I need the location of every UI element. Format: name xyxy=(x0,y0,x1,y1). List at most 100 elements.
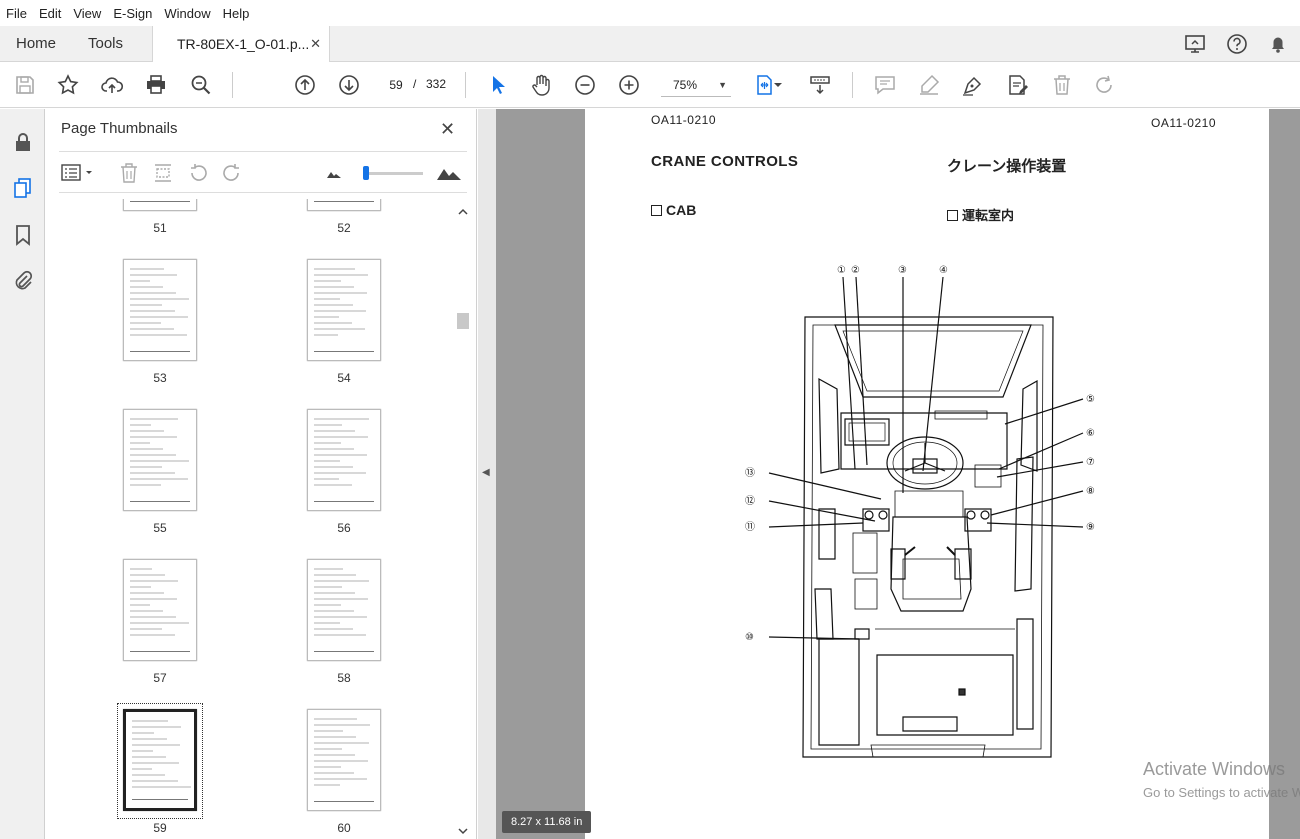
scroll-mode-icon[interactable] xyxy=(807,72,833,98)
callout-12: ⑫ xyxy=(745,495,755,507)
pdf-page: OA11-0210 OA11-0210 CRANE CONTROLS クレーン操… xyxy=(585,109,1269,839)
previous-page-icon[interactable] xyxy=(292,72,318,98)
thumbnail-toolbar xyxy=(59,151,467,193)
page-thumbnail[interactable] xyxy=(307,559,381,661)
page-thumbnail[interactable] xyxy=(123,409,197,511)
cloud-upload-icon[interactable] xyxy=(99,72,125,98)
thumbnail-page-number: 53 xyxy=(153,371,167,385)
menu-view[interactable]: View xyxy=(67,6,107,21)
callout-5: ⑤ xyxy=(1086,394,1095,405)
zoom-in-icon[interactable] xyxy=(616,72,642,98)
section-label-japanese: 運転室内 xyxy=(962,208,1015,223)
page-thumbnail[interactable] xyxy=(123,709,197,811)
document-view[interactable]: ◀ OA11-0210 OA11-0210 CRANE CONTROLS クレー… xyxy=(478,109,1300,839)
highlight-pen-icon[interactable] xyxy=(916,72,942,98)
menu-edit[interactable]: Edit xyxy=(33,6,67,21)
large-thumbnail-mountain-icon xyxy=(435,161,463,185)
section-heading-japanese: 運転室内 xyxy=(947,205,1014,224)
page-size-badge: 8.27 x 11.68 in xyxy=(502,811,592,833)
rotate-counterclockwise-icon[interactable] xyxy=(186,161,210,185)
cab-controls-diagram: ① ② ③ ④ ⑤ ⑥ ⑦ ⑧ ⑨ ⑩ ⑪ ⑫ ⑬ xyxy=(745,265,1095,758)
thumbnail-page-number: 56 xyxy=(337,521,351,535)
callout-9: ⑨ xyxy=(1086,522,1095,533)
page-code-right: OA11-0210 xyxy=(1151,116,1216,130)
menu-window[interactable]: Window xyxy=(158,6,216,21)
page-thumbnails-icon[interactable] xyxy=(10,175,36,201)
bookmark-star-icon[interactable] xyxy=(55,72,81,98)
next-page-icon[interactable] xyxy=(336,72,362,98)
callout-11: ⑪ xyxy=(745,521,755,533)
tab-tools[interactable]: Tools xyxy=(88,26,123,62)
notifications-bell-icon[interactable] xyxy=(1266,32,1290,56)
page-code-left: OA11-0210 xyxy=(651,113,716,127)
zoom-out-icon[interactable] xyxy=(572,72,598,98)
callout-7: ⑦ xyxy=(1086,457,1095,468)
thumbnail-list: 51 52 53 54 55 56 57 58 59 60 xyxy=(45,199,455,839)
section-label: CAB xyxy=(666,202,697,218)
menu-file[interactable]: File xyxy=(0,6,33,21)
fit-options-chevron-icon[interactable] xyxy=(772,72,784,98)
hand-tool-icon[interactable] xyxy=(528,72,554,98)
callout-4: ④ xyxy=(939,265,948,276)
callout-1: ① xyxy=(837,265,846,276)
page-thumbnail[interactable] xyxy=(307,709,381,811)
activate-windows-subtext: Go to Settings to activate Windows. xyxy=(1143,785,1300,800)
lock-icon[interactable] xyxy=(10,129,36,155)
collapse-arrow-icon: ◀ xyxy=(482,467,490,478)
document-tab-label: TR-80EX-1_O-01.p... xyxy=(177,36,310,52)
edit-document-icon[interactable] xyxy=(1004,72,1030,98)
zoom-level-dropdown[interactable]: 75% ▼ xyxy=(661,73,731,97)
tab-home[interactable]: Home xyxy=(16,26,56,62)
sign-pen-icon[interactable] xyxy=(960,72,986,98)
scroll-up-icon xyxy=(458,208,468,215)
help-icon[interactable] xyxy=(1225,32,1249,56)
panel-title: Page Thumbnails xyxy=(61,120,178,137)
delete-trash-icon[interactable] xyxy=(1049,72,1075,98)
thumbnail-page-number: 51 xyxy=(153,221,167,235)
page-title: CRANE CONTROLS xyxy=(651,153,799,170)
menu-esign[interactable]: E-Sign xyxy=(107,6,158,21)
close-panel-icon[interactable]: ✕ xyxy=(440,119,455,140)
callout-3: ③ xyxy=(898,265,907,276)
rotate-clockwise-icon[interactable] xyxy=(220,161,244,185)
page-separator: / xyxy=(413,77,417,91)
section-heading: CAB xyxy=(651,202,696,218)
select-cursor-icon[interactable] xyxy=(485,72,511,98)
print-icon[interactable] xyxy=(143,72,169,98)
thumbnail-size-slider[interactable] xyxy=(363,166,423,180)
search-zoom-icon[interactable] xyxy=(188,72,214,98)
slider-handle[interactable] xyxy=(363,166,369,180)
collapse-panel-button[interactable]: ◀ xyxy=(478,109,496,839)
page-thumbnail[interactable] xyxy=(307,259,381,361)
callout-6: ⑥ xyxy=(1086,428,1095,439)
page-thumbnail[interactable] xyxy=(307,199,381,211)
menu-help[interactable]: Help xyxy=(217,6,256,21)
page-thumbnail[interactable] xyxy=(307,409,381,511)
share-screen-icon[interactable] xyxy=(1183,32,1207,56)
attachments-paperclip-icon[interactable] xyxy=(10,268,36,294)
scroll-down-icon xyxy=(458,828,468,835)
delete-pages-icon[interactable] xyxy=(117,161,141,185)
scrollbar-thumb[interactable] xyxy=(457,313,469,329)
close-tab-icon[interactable]: ✕ xyxy=(310,26,321,62)
checkbox-square-icon xyxy=(651,205,662,216)
extract-pages-icon[interactable] xyxy=(151,161,175,185)
thumbnail-page-number: 59 xyxy=(153,821,167,835)
chevron-down-icon: ▼ xyxy=(718,80,727,90)
thumbnail-page-number: 58 xyxy=(337,671,351,685)
page-thumbnail[interactable] xyxy=(123,259,197,361)
bookmarks-icon[interactable] xyxy=(10,222,36,248)
thumbnail-options-menu-icon[interactable] xyxy=(61,161,95,185)
callout-8: ⑧ xyxy=(1086,486,1095,497)
save-icon[interactable] xyxy=(12,72,38,98)
tab-document[interactable]: TR-80EX-1_O-01.p... ✕ xyxy=(152,26,330,63)
page-number-input[interactable]: 59 xyxy=(381,73,411,97)
page-thumbnail[interactable] xyxy=(123,199,197,211)
redo-icon[interactable] xyxy=(1092,72,1118,98)
activate-windows-watermark: Activate Windows xyxy=(1143,759,1286,779)
page-thumbnails-panel: Page Thumbnails ✕ 51 52 53 54 55 56 57 5… xyxy=(45,109,477,839)
thumbnail-scrollbar[interactable] xyxy=(455,201,471,839)
thumbnail-page-number: 52 xyxy=(337,221,351,235)
page-thumbnail[interactable] xyxy=(123,559,197,661)
comment-icon[interactable] xyxy=(872,72,898,98)
